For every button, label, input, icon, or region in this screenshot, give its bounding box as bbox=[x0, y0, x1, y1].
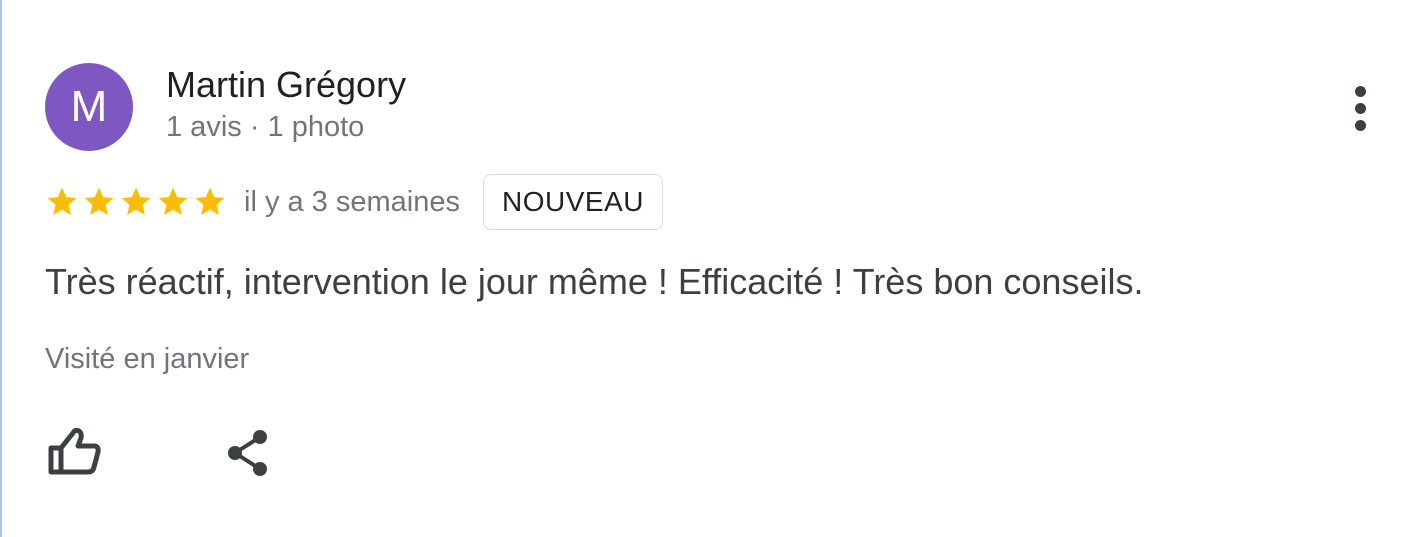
left-border bbox=[0, 0, 2, 537]
more-options-button[interactable] bbox=[1340, 80, 1384, 136]
avatar[interactable]: M bbox=[45, 63, 133, 151]
thumb-up-outline-icon bbox=[48, 427, 101, 475]
review-text: Très réactif, intervention le jour même … bbox=[45, 261, 1144, 302]
share-icon bbox=[228, 430, 267, 476]
review-date: il y a 3 semaines bbox=[244, 185, 460, 218]
star-icon bbox=[84, 187, 114, 216]
review-card: M Martin Grégory 1 avis · 1 photo il y a… bbox=[0, 0, 1428, 537]
rating-row: il y a 3 semaines NOUVEAU bbox=[45, 173, 663, 231]
star-rating bbox=[45, 185, 230, 219]
new-badge: NOUVEAU bbox=[483, 174, 663, 230]
visit-date: Visité en janvier bbox=[45, 343, 250, 375]
author-name[interactable]: Martin Grégory bbox=[166, 64, 406, 106]
star-icon bbox=[47, 187, 77, 216]
share-button[interactable] bbox=[222, 428, 276, 482]
author-meta: 1 avis · 1 photo bbox=[166, 111, 365, 143]
star-icon bbox=[195, 187, 225, 216]
star-icon bbox=[121, 187, 151, 216]
star-icon bbox=[158, 187, 188, 216]
like-button[interactable] bbox=[44, 425, 104, 479]
